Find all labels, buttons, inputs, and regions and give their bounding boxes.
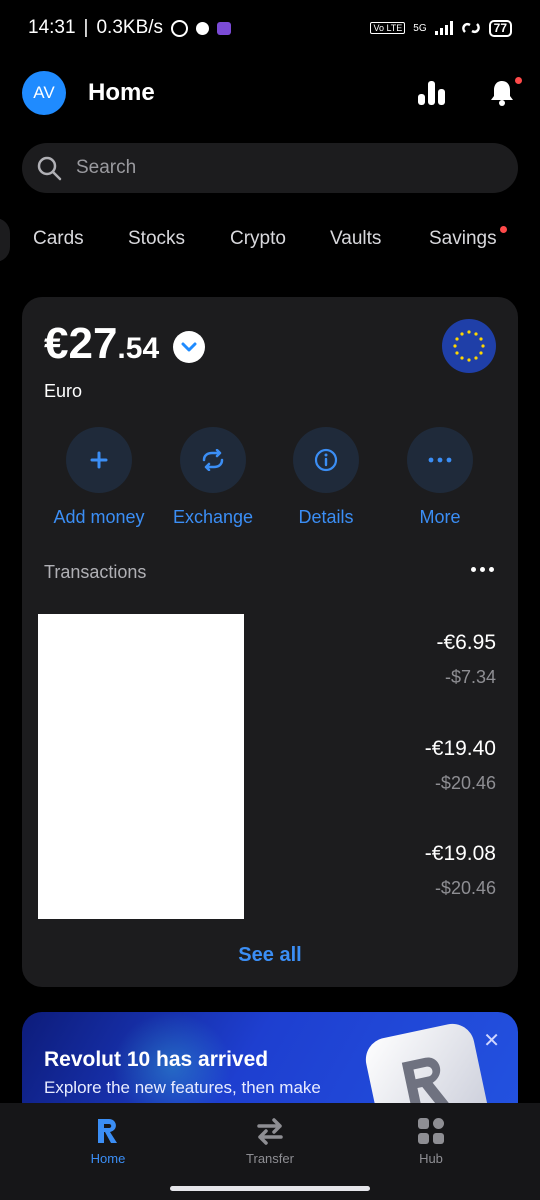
add-money-label: Add money [53, 507, 145, 527]
currency-name: Euro [44, 381, 83, 401]
nav-home-label: Home [90, 1151, 126, 1166]
transaction-amount-usd: -$7.34 [444, 667, 496, 687]
signal-icon [434, 21, 453, 35]
alarm-icon [171, 19, 189, 37]
transfer-arrows-icon [257, 1118, 283, 1145]
more-button[interactable]: More [380, 427, 500, 528]
transactions-options-icon[interactable] [471, 567, 494, 572]
status-time: 14:31 [28, 17, 76, 38]
nav-home[interactable]: Home [48, 1117, 168, 1166]
redacted-transaction-details [38, 614, 244, 919]
balance-decimal: .54 [117, 332, 160, 365]
analytics-button[interactable] [416, 77, 448, 109]
details-label: Details [298, 507, 354, 527]
notification-app-icon [196, 21, 210, 35]
notifications-button[interactable] [486, 77, 522, 109]
plus-icon [90, 451, 108, 469]
account-tabs: Cards Stocks Crypto Vaults Savings [0, 218, 540, 262]
battery-indicator: 77 [488, 19, 512, 37]
search-bar[interactable] [22, 143, 518, 193]
avatar[interactable]: AV [22, 71, 66, 115]
exchange-label: Exchange [172, 507, 254, 527]
home-indicator[interactable] [170, 1186, 370, 1191]
transaction-row[interactable]: -€19.40 -$20.46 [425, 737, 496, 794]
transaction-amount-eur: -€6.95 [436, 631, 496, 654]
nav-hub-label: Hub [419, 1151, 443, 1166]
search-input[interactable] [76, 157, 476, 179]
eu-flag-icon[interactable] [442, 319, 496, 373]
tab-savings[interactable]: Savings [429, 228, 497, 250]
bell-icon [491, 81, 513, 106]
exchange-icon [202, 449, 224, 471]
revolut-r-icon [98, 1119, 117, 1143]
balance[interactable]: €27 .54 [44, 319, 206, 369]
tab-crypto[interactable]: Crypto [230, 228, 286, 250]
close-icon[interactable]: ✕ [483, 1028, 500, 1053]
more-label: More [419, 507, 461, 527]
eu-stars-icon [453, 330, 485, 362]
more-dots-icon [428, 457, 452, 463]
transaction-row[interactable]: -€19.08 -$20.46 [425, 842, 496, 899]
search-icon [37, 156, 62, 181]
promo-title: Revolut 10 has arrived [44, 1048, 269, 1071]
chevron-down-icon [181, 342, 197, 352]
status-network-speed: 0.3KB/s [96, 17, 164, 38]
see-all-link[interactable]: See all [22, 944, 518, 967]
account-switch-button[interactable] [173, 331, 206, 363]
hub-grid-icon [418, 1118, 444, 1144]
transaction-amount-eur: -€19.08 [424, 842, 496, 865]
message-app-icon [217, 21, 232, 35]
transaction-amount-eur: -€19.40 [424, 737, 496, 760]
tab-accounts-partial[interactable] [0, 218, 10, 262]
details-button[interactable]: Details [266, 427, 386, 528]
page-title: Home [88, 79, 155, 106]
transaction-amount-usd: -$20.46 [434, 773, 496, 793]
network-type: 5G [413, 22, 427, 34]
promo-subtitle: Explore the new features, then make [44, 1078, 321, 1097]
balance-main: €27 [44, 319, 118, 368]
quick-actions: Add money Exchange Details More [22, 427, 518, 537]
nav-transfer[interactable]: Transfer [210, 1117, 330, 1166]
notification-dot [515, 77, 522, 84]
nav-transfer-label: Transfer [246, 1151, 294, 1166]
link-icon [461, 23, 480, 33]
account-card: €27 .54 Euro Add money Exchange Details … [22, 297, 518, 987]
tab-vaults[interactable]: Vaults [330, 228, 381, 250]
bar-chart-icon [418, 81, 445, 105]
transaction-row[interactable]: -€6.95 -$7.34 [436, 631, 496, 688]
exchange-button[interactable]: Exchange [153, 427, 273, 528]
tab-stocks[interactable]: Stocks [128, 228, 185, 250]
nav-hub[interactable]: Hub [371, 1117, 491, 1166]
transaction-amount-usd: -$20.46 [434, 878, 496, 898]
tab-cards[interactable]: Cards [33, 228, 84, 250]
info-icon [314, 448, 338, 472]
transactions-heading: Transactions [44, 562, 147, 582]
savings-notification-dot [500, 226, 507, 233]
status-bar: 14:31 | 0.3KB/s Vo LTE 5G 77 [0, 0, 540, 56]
app-header: AV Home [22, 70, 522, 116]
add-money-button[interactable]: Add money [39, 427, 159, 528]
volte-indicator: Vo LTE [370, 22, 406, 34]
